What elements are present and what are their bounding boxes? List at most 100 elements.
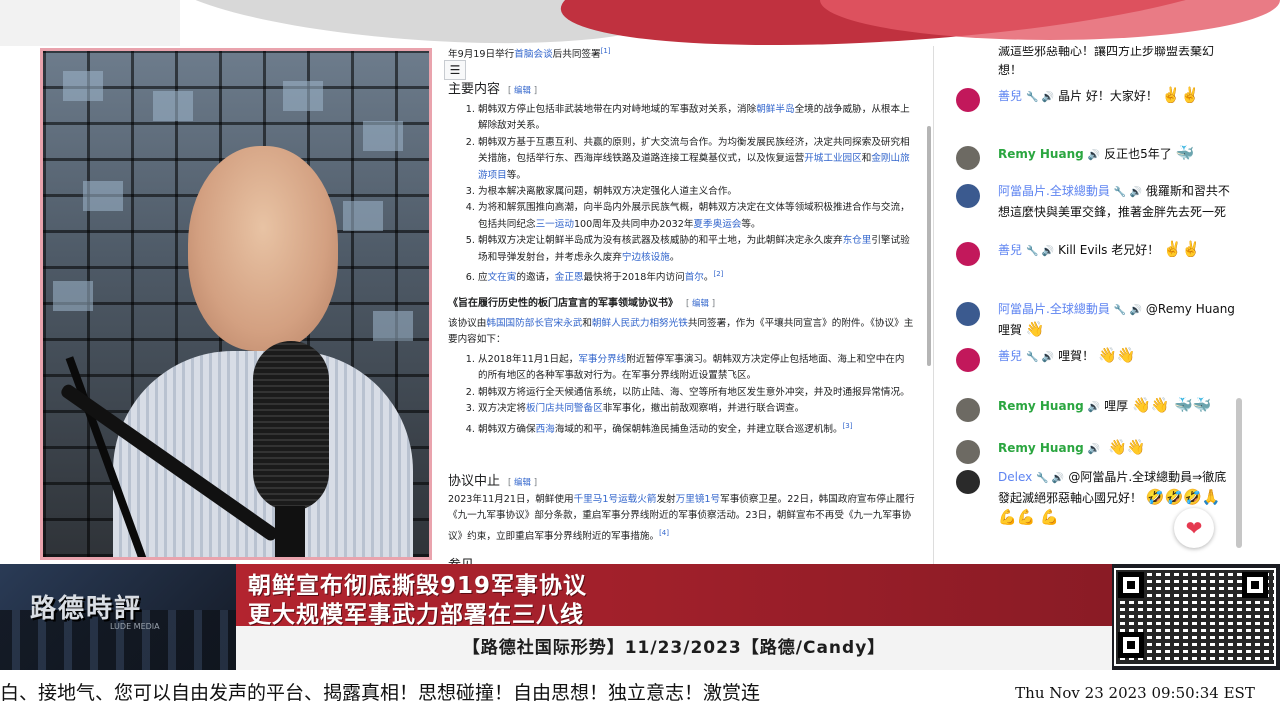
wiki-scrollbar[interactable] — [927, 126, 931, 366]
chat-text: 哩賀！ — [1058, 349, 1095, 363]
wiki-link[interactable]: 万里镜1号 — [676, 494, 720, 505]
wiki-link[interactable]: 宁边核设施 — [622, 252, 670, 263]
chat-emoji: ✌️✌️ — [1163, 240, 1201, 258]
main-content-list: 朝韩双方停止包括非武装地带在内对峙地域的军事敌对关系，消除朝鲜半岛全境的战争威胁… — [464, 102, 914, 287]
headline-line-2: 更大规模军事武力部署在三八线 — [248, 602, 584, 628]
avatar[interactable] — [956, 398, 980, 422]
text-run: 2023年11月21日，朝鲜使用 — [448, 494, 574, 505]
avatar[interactable] — [956, 146, 980, 170]
wiki-link-summit[interactable]: 首脑会谈 — [514, 49, 552, 60]
chat-author[interactable]: Delex — [998, 470, 1032, 484]
text-run: 朝韩双方决定让朝鲜半岛成为没有核武器及核威胁的和平土地，为此朝鲜决定永久废弃 — [478, 235, 843, 247]
military-agreement-intro: 该协议由韩国国防部长官宋永武和朝鲜人民武力相努光铁共同签署，作为《平壤共同宣言》… — [448, 316, 918, 349]
wiki-link[interactable]: 朝鲜半岛 — [756, 104, 794, 115]
channel-logo: 路德時評 LUDE MEDIA — [0, 564, 236, 670]
avatar[interactable] — [956, 302, 980, 326]
military-agreement-list: 从2018年11月1日起，军事分界线附近暂停军事演习。朝韩双方决定停止包括地面、… — [464, 352, 914, 438]
citation-ref[interactable]: [4] — [659, 529, 669, 537]
wiki-link[interactable]: 首尔 — [685, 272, 704, 283]
toc-list-icon[interactable]: ☰ — [444, 60, 466, 80]
text-run: 等。 — [506, 169, 526, 181]
list-item: 双方决定将板门店共同警备区非军事化，撤出前敌观察哨，并进行联合调查。 — [478, 401, 914, 417]
subtitle-bar: 【路德社国际形势】11/23/2023【路德/Candy】 — [236, 626, 1112, 670]
chat-badge-icon: 🔊 — [1087, 444, 1101, 455]
chat-author[interactable]: 善兒 — [998, 89, 1022, 103]
edit-link[interactable]: 编辑 — [686, 299, 715, 309]
text-run: 双方决定将 — [478, 403, 526, 415]
text-run: 海域的和平，确保朝韩渔民捕鱼活动的安全，并建立联合巡逻机制。 — [554, 423, 843, 435]
list-item: 为将和解氛围推向高潮，向半岛内外展示民族气概，朝韩双方决定在文体等领域积极推进合… — [478, 200, 914, 233]
heart-icon[interactable]: ❤ — [1174, 508, 1214, 548]
citation-ref[interactable]: [2] — [713, 270, 723, 278]
chat-badge-icon: 🔧 🔊 — [1026, 92, 1055, 103]
chat-message-body: 善兒 🔧 🔊 Kill Evils 老兄好！ ✌️✌️ — [998, 240, 1236, 261]
chat-text: 哩厚 — [1104, 399, 1129, 413]
avatar[interactable] — [956, 348, 980, 372]
chat-message-body: 善兒 🔧 🔊 晶片 好！大家好！ ✌️✌️ — [998, 86, 1236, 107]
list-item: 应文在寅的邀请，金正恩最快将于2018年内访问首尔。[2] — [478, 266, 914, 287]
text-run: 的邀请， — [516, 272, 555, 284]
section-heading-main-content: 主要内容编辑 — [448, 78, 537, 97]
text-run: 朝韩双方停止包括非武装地带在内对峙地域的军事敌对关系，消除 — [478, 104, 757, 115]
wiki-link[interactable]: 军事分界线 — [578, 354, 626, 365]
chat-message: Remy Huang 🔊 哩厚 👋👋 🐳🐳 — [956, 396, 1236, 422]
chat-emoji: 🐳 — [1175, 144, 1195, 162]
text-run: 和 — [582, 318, 592, 329]
text-run: 100周年及共同申办2032年 — [573, 218, 694, 230]
wiki-link[interactable]: 西海 — [536, 424, 555, 435]
wiki-link[interactable]: 夏季奥运会 — [693, 219, 741, 230]
chat-author[interactable]: Remy Huang — [998, 147, 1084, 161]
chat-badge-icon: 🔧 🔊 — [1113, 305, 1142, 316]
chat-message-body: 阿當晶片.全球總動員 🔧 🔊 @Remy Huang 哩賀 👋 — [998, 300, 1236, 340]
list-item: 为根本解决离散家属问题，朝韩双方决定强化人道主义合作。 — [478, 184, 914, 200]
host-head — [188, 146, 338, 351]
text-run: 朝韩双方将运行全天候通信系统，以防止陆、海、空等所有地区发生意外冲突，并及时通报… — [478, 386, 910, 398]
edit-link[interactable]: 编辑 — [508, 478, 537, 488]
chat-emoji: 👋 — [1025, 320, 1045, 338]
chat-author[interactable]: 善兒 — [998, 349, 1022, 363]
avatar[interactable] — [956, 440, 980, 464]
host-video-feed — [40, 48, 432, 560]
next-heading-fragment: 参见 — [448, 554, 474, 564]
text-run: 。 — [669, 251, 680, 263]
avatar[interactable] — [956, 184, 980, 208]
wiki-link[interactable]: 开城工业园区 — [804, 153, 862, 164]
wiki-link[interactable]: 韩国国防部长官宋永武 — [486, 318, 582, 329]
chat-message: 善兒 🔧 🔊 哩賀！ 👋👋 — [956, 346, 1236, 372]
chat-text: 反正也5年了 — [1104, 147, 1172, 161]
wiki-link[interactable]: 文在寅 — [488, 272, 517, 283]
logo-text: 路德時評 — [30, 594, 143, 624]
chat-message-body: Remy Huang 🔊 反正也5年了 🐳 — [998, 144, 1236, 165]
chat-message-body: 阿當晶片.全球總動員 🔧 🔊 俄羅斯和習共不想這麼快與美軍交鋒，推著金胖先去死一死 — [998, 182, 1236, 222]
edit-link[interactable]: 编辑 — [508, 86, 537, 96]
chat-emoji: 👋👋 🐳🐳 — [1132, 396, 1212, 414]
chat-message-fragment: 滅這些邪惡軸心！讓四方止步聯盟丟棄幻想！ — [998, 46, 1215, 77]
chat-author[interactable]: 阿當晶片.全球總動員 — [998, 184, 1110, 198]
text-run: 最快将于2018年内访问 — [583, 272, 685, 284]
top-background — [0, 0, 1280, 46]
avatar[interactable] — [956, 242, 980, 266]
chat-author[interactable]: 阿當晶片.全球總動員 — [998, 302, 1110, 316]
wiki-link[interactable]: 金正恩 — [555, 272, 584, 283]
wiki-link[interactable]: 板门店共同警备区 — [526, 403, 603, 414]
wiki-link[interactable]: 三一运动 — [536, 219, 574, 230]
text-run: 和 — [861, 153, 872, 165]
wiki-link[interactable]: 朝鲜人民武力相努光铁 — [592, 318, 688, 329]
chat-author[interactable]: 善兒 — [998, 243, 1022, 257]
text-run: 等。 — [741, 218, 761, 230]
chat-message-body: Remy Huang 🔊 👋👋 — [998, 438, 1236, 459]
wiki-link[interactable]: 千里马1号运载火箭 — [574, 494, 657, 505]
wiki-link[interactable]: 东仓里 — [843, 235, 872, 246]
live-chat-panel: 滅這些邪惡軸心！讓四方止步聯盟丟棄幻想！ 善兒 🔧 🔊 晶片 好！大家好！ ✌️✌️… — [936, 46, 1246, 564]
chat-author[interactable]: Remy Huang — [998, 399, 1084, 413]
chat-badge-icon: 🔊 — [1087, 150, 1101, 161]
news-ticker: 白、接地气、您可以自由发声的平台、揭露真相！思想碰撞！自由思想！独立意志！激赏连… — [0, 670, 1280, 720]
text-run: 发射 — [656, 494, 676, 505]
avatar[interactable] — [956, 88, 980, 112]
chat-author[interactable]: Remy Huang — [998, 441, 1084, 455]
citation-ref[interactable]: [3] — [843, 422, 853, 430]
chat-scrollbar[interactable] — [1236, 398, 1242, 548]
avatar[interactable] — [956, 470, 980, 494]
chat-badge-icon: 🔧 🔊 — [1036, 473, 1065, 484]
chat-badge-icon: 🔧 🔊 — [1026, 352, 1055, 363]
